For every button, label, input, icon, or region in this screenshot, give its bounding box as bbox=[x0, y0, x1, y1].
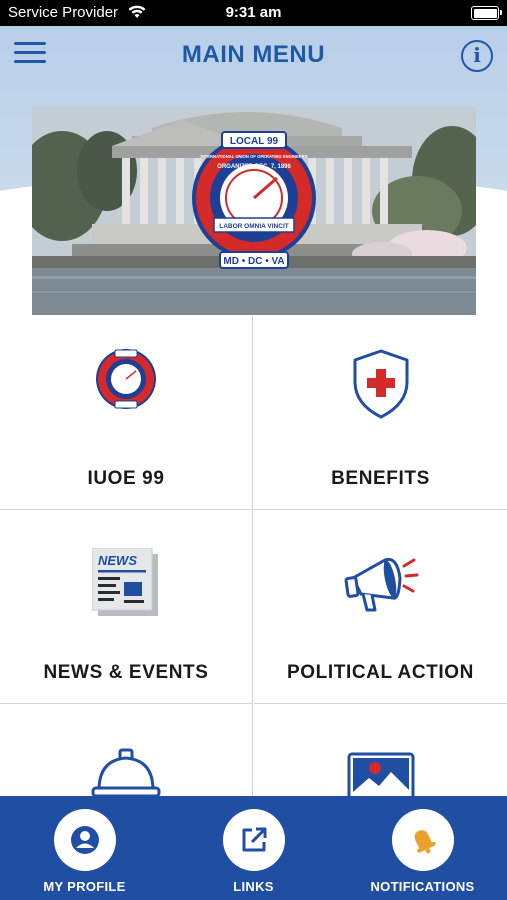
banner-image: LOCAL 99 LABOR OMNIA VINCIT MD • DC • VA… bbox=[32, 106, 476, 315]
tile-photo-gallery[interactable] bbox=[254, 704, 507, 796]
battery-icon bbox=[471, 6, 502, 20]
newspaper-title-text: NEWS bbox=[98, 553, 137, 568]
notifications-button[interactable]: NOTIFICATIONS bbox=[338, 796, 507, 900]
menu-grid: IUOE 99 BENEFITS NEWS NEWS & EVENTS POLI… bbox=[0, 316, 507, 796]
notifications-label: NOTIFICATIONS bbox=[370, 879, 475, 894]
logo-inner-text: ORGANIZED DEC. 7, 1896 bbox=[217, 164, 291, 170]
shield-cross-icon bbox=[254, 348, 507, 419]
my-profile-label: MY PROFILE bbox=[43, 879, 126, 894]
tile-political-action[interactable]: POLITICAL ACTION bbox=[254, 510, 507, 704]
my-profile-button[interactable]: MY PROFILE bbox=[0, 796, 169, 900]
tile-label: NEWS & EVENTS bbox=[43, 662, 209, 683]
tile-benefits[interactable]: BENEFITS bbox=[254, 316, 507, 510]
newspaper-icon: NEWS bbox=[0, 548, 252, 618]
user-profile-icon bbox=[53, 809, 116, 871]
megaphone-icon bbox=[254, 550, 507, 620]
bottom-nav: MY PROFILE LINKS NOTIFICATIONS bbox=[0, 796, 507, 900]
status-bar: Service Provider 9:31 am bbox=[0, 0, 507, 26]
logo-ring-text: INTERNATIONAL UNION OF OPERATING ENGINEE… bbox=[200, 154, 307, 159]
info-icon[interactable]: i bbox=[461, 40, 493, 72]
tile-label: IUOE 99 bbox=[87, 468, 165, 489]
logo-motto-text: LABOR OMNIA VINCIT bbox=[219, 223, 288, 230]
page-title: MAIN MENU bbox=[181, 41, 326, 68]
clock: 9:31 am bbox=[225, 4, 282, 21]
tile-news-events[interactable]: NEWS NEWS & EVENTS bbox=[0, 510, 253, 704]
tile-iuoe-99[interactable]: IUOE 99 bbox=[0, 316, 253, 510]
bell-icon bbox=[391, 809, 454, 871]
external-link-icon bbox=[222, 809, 285, 871]
top-nav: MAIN MENU i bbox=[0, 26, 507, 86]
links-label: LINKS bbox=[233, 879, 274, 894]
links-button[interactable]: LINKS bbox=[169, 796, 338, 900]
logo-top-text: LOCAL 99 bbox=[230, 136, 279, 147]
tile-label: POLITICAL ACTION bbox=[287, 662, 474, 683]
logo-bottom-text: MD • DC • VA bbox=[223, 256, 284, 267]
union-seal-icon bbox=[0, 348, 252, 418]
tile-label: BENEFITS bbox=[331, 468, 430, 489]
tile-hard-hat[interactable] bbox=[0, 704, 253, 796]
